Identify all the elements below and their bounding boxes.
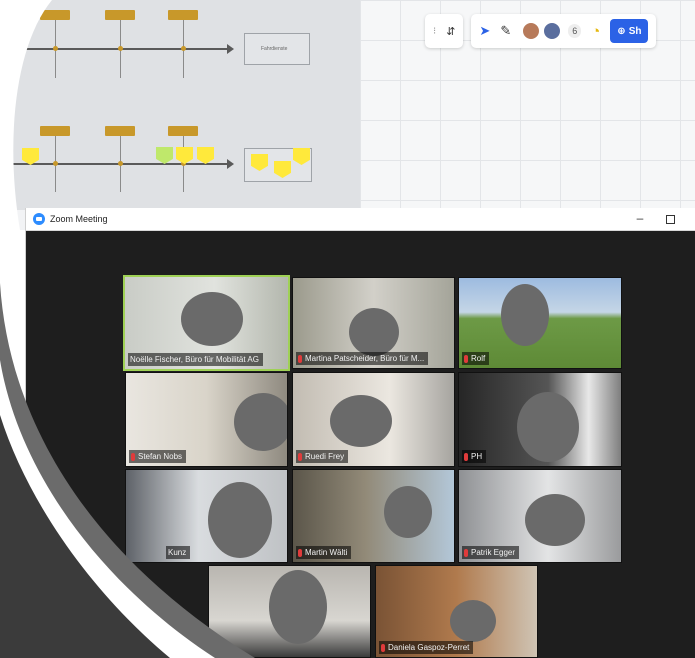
participant-count[interactable]: 6 bbox=[568, 24, 582, 38]
timeline-board: Fahrdienste bbox=[0, 0, 360, 210]
blurred-face bbox=[384, 486, 432, 538]
video-tile[interactable]: Stefan Nobs bbox=[125, 372, 288, 467]
chevrons-icon[interactable]: ⇵ bbox=[446, 25, 455, 38]
participant-name: Martina Patscheider, Büro für M... bbox=[296, 352, 429, 365]
participant-name: Stefan Nobs bbox=[129, 450, 187, 463]
share-button[interactable]: ⊕ Sh bbox=[610, 19, 649, 43]
window-title: Zoom Meeting bbox=[50, 214, 108, 224]
participant-name: Martin Wälti bbox=[296, 546, 352, 559]
video-tile[interactable] bbox=[208, 565, 371, 658]
board-toolbar: ⁝ ⇵ ➤ ✎ 6 ◔ ⊕ Sh bbox=[425, 14, 695, 48]
video-tile[interactable]: Rolf bbox=[458, 277, 622, 369]
participant-name bbox=[212, 641, 218, 654]
sticky-note[interactable] bbox=[176, 147, 193, 164]
participant-name: Noëlle Fischer, Büro für Mobilität AG bbox=[128, 353, 263, 366]
timeline-tag[interactable] bbox=[40, 126, 70, 136]
video-tile[interactable]: PH bbox=[458, 372, 622, 467]
zoom-logo-icon bbox=[33, 213, 45, 225]
frame-label: Fahrdienste bbox=[261, 46, 288, 52]
timeline-dot bbox=[53, 46, 58, 51]
maximize-button[interactable] bbox=[660, 211, 680, 227]
blurred-face bbox=[269, 570, 327, 644]
collab-group: ➤ ✎ 6 ◔ ⊕ Sh bbox=[471, 14, 657, 48]
timeline-tag[interactable] bbox=[168, 126, 198, 136]
party-icon[interactable]: ✎ bbox=[500, 23, 511, 39]
reaction-icon[interactable]: ◔ bbox=[591, 23, 600, 40]
whiteboard-app: Fahrdienste ⁝ ⇵ ➤ ✎ 6 ◔ ⊕ Sh bbox=[0, 0, 695, 230]
mic-muted-icon bbox=[131, 452, 135, 461]
blurred-face bbox=[525, 494, 585, 546]
blurred-face bbox=[450, 600, 496, 642]
blurred-face bbox=[208, 482, 272, 558]
mic-muted-icon bbox=[464, 354, 468, 363]
mic-muted-icon bbox=[381, 643, 385, 652]
timeline-tag[interactable] bbox=[105, 10, 135, 20]
mic-muted-icon bbox=[298, 354, 302, 363]
timeline-dot bbox=[53, 161, 58, 166]
cursor-icon[interactable]: ➤ bbox=[479, 23, 490, 39]
mic-muted-icon bbox=[464, 452, 468, 461]
zoom-window: Zoom Meeting – Noëlle Fischer, Büro für … bbox=[25, 208, 695, 658]
participant-name: Daniela Gaspoz-Perret bbox=[379, 641, 474, 654]
avatar[interactable] bbox=[542, 21, 563, 41]
timeline-dot bbox=[118, 161, 123, 166]
mic-muted-icon bbox=[298, 548, 302, 557]
blurred-face bbox=[501, 284, 549, 346]
mic-muted-icon bbox=[298, 452, 302, 461]
sticky-note[interactable] bbox=[197, 147, 214, 164]
maximize-icon bbox=[665, 215, 675, 224]
video-tile[interactable]: Kunz bbox=[125, 469, 288, 563]
blurred-face bbox=[349, 308, 399, 356]
video-tile[interactable]: Ruedi Frey bbox=[292, 372, 455, 467]
video-tile[interactable]: Patrik Egger bbox=[458, 469, 622, 563]
video-tile[interactable]: Martin Wälti bbox=[292, 469, 455, 563]
frame-box[interactable]: Fahrdienste bbox=[244, 33, 310, 65]
timeline-dot bbox=[118, 46, 123, 51]
video-tile[interactable]: Daniela Gaspoz-Perret bbox=[375, 565, 538, 658]
dots-icon[interactable]: ⁝ bbox=[433, 26, 436, 37]
blurred-face bbox=[234, 393, 287, 451]
blurred-face bbox=[517, 392, 579, 462]
participant-name: Kunz bbox=[166, 546, 191, 559]
share-label: Sh bbox=[628, 25, 642, 37]
timeline-tag[interactable] bbox=[105, 126, 135, 136]
mic-muted-icon bbox=[464, 548, 468, 557]
zoom-titlebar[interactable]: Zoom Meeting – bbox=[26, 208, 695, 231]
video-tile[interactable]: Noëlle Fischer, Büro für Mobilität AG bbox=[123, 275, 290, 371]
minimize-button[interactable]: – bbox=[630, 211, 650, 225]
globe-icon: ⊕ bbox=[617, 25, 626, 37]
participant-name: Patrik Egger bbox=[462, 546, 520, 559]
blurred-face bbox=[330, 395, 392, 447]
participant-name: Rolf bbox=[462, 352, 490, 365]
timeline-dot bbox=[181, 46, 186, 51]
sticky-note[interactable] bbox=[156, 147, 173, 164]
timeline-tag[interactable] bbox=[40, 10, 70, 20]
avatar[interactable] bbox=[521, 21, 542, 41]
undo-redo-group: ⁝ ⇵ bbox=[425, 14, 464, 48]
sticky-note[interactable] bbox=[6, 28, 22, 45]
participant-name: PH bbox=[462, 450, 487, 463]
participant-name: Ruedi Frey bbox=[296, 450, 349, 463]
blurred-face bbox=[181, 292, 243, 346]
timeline-tag[interactable] bbox=[168, 10, 198, 20]
video-tile[interactable]: Martina Patscheider, Büro für M... bbox=[292, 277, 455, 369]
